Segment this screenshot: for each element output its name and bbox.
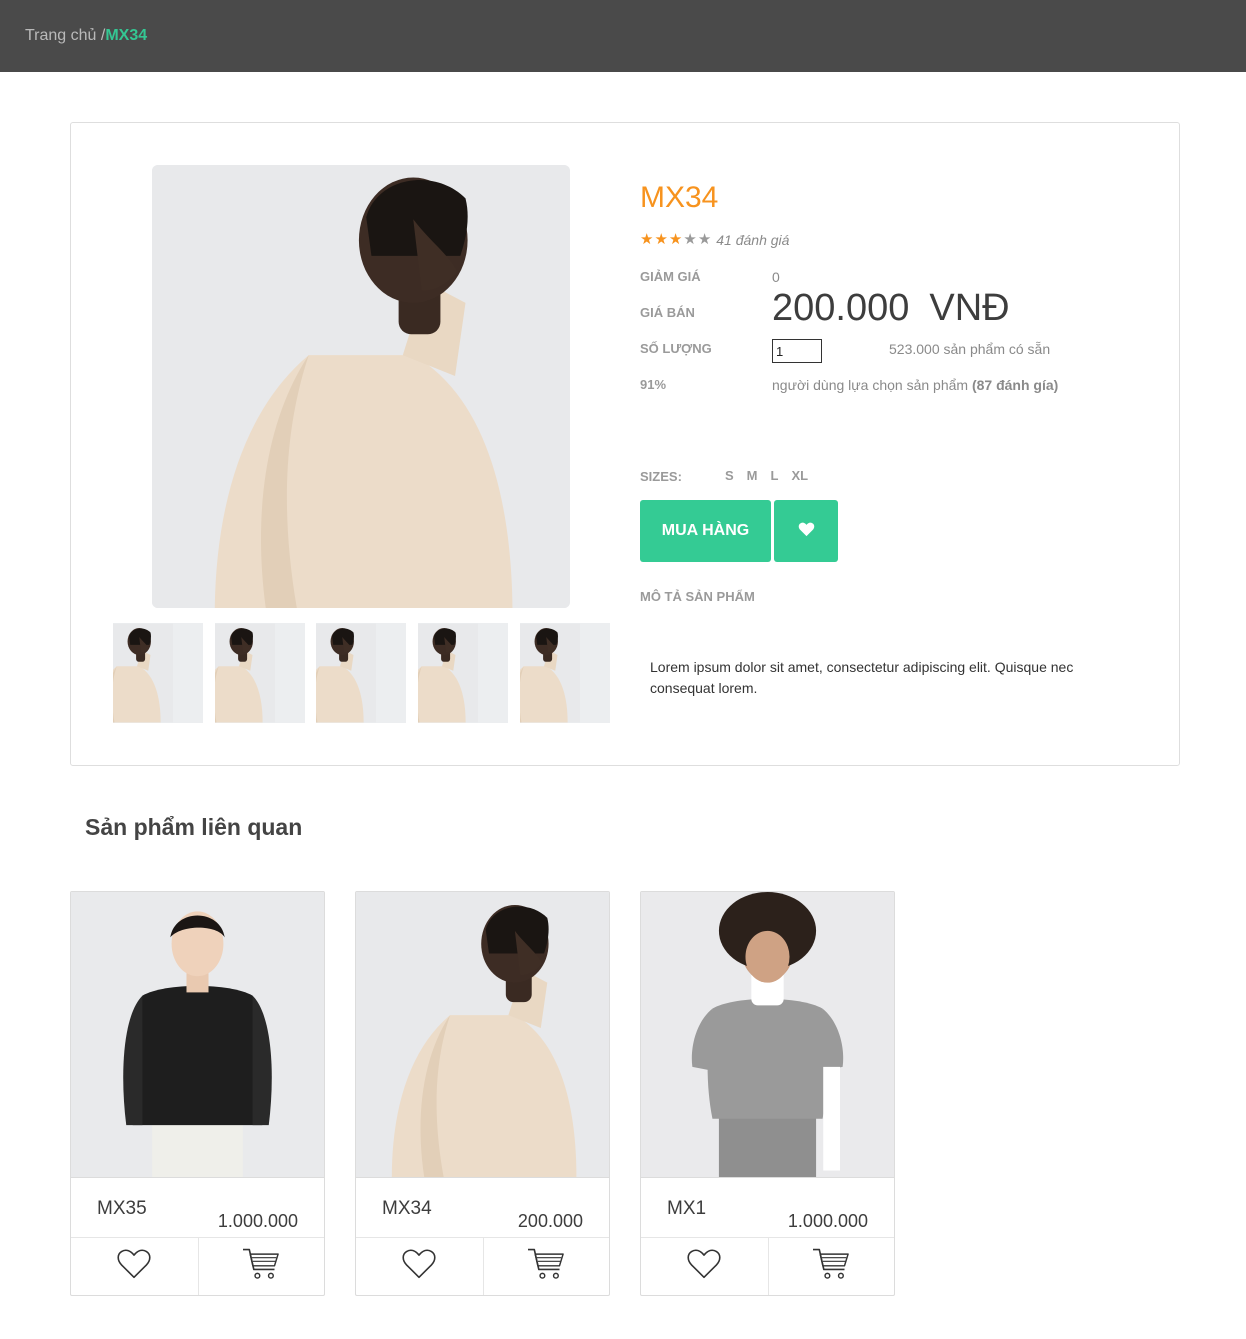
buy-button[interactable]: MUA HÀNG (640, 500, 771, 562)
related-product-price: 1.000.000 (217, 1211, 298, 1231)
size-m[interactable]: M (747, 468, 758, 483)
percent-label: 91% (640, 377, 667, 392)
discount-label: GIẢM GIÁ (640, 269, 701, 284)
choice-text-main: người dùng lựa chọn sản phẩm (772, 377, 969, 393)
related-product-actions (356, 1238, 609, 1295)
related-products-title: Sản phẩm liên quan (85, 814, 303, 840)
thumbnail-5[interactable] (520, 623, 610, 723)
related-product-card[interactable]: MX1 1.000.000 (640, 891, 895, 1296)
favorite-button[interactable] (774, 500, 838, 562)
related-product-price: 200.000 (517, 1211, 583, 1231)
size-xl[interactable]: XL (791, 468, 808, 483)
quantity-input[interactable] (772, 339, 822, 363)
sizes-label: SIZES: (640, 469, 682, 484)
related-product-info: MX34 200.000 (356, 1177, 609, 1238)
add-to-cart-button[interactable] (482, 1238, 610, 1295)
star-icon: ★ (683, 231, 697, 248)
star-icon: ★ (640, 231, 654, 248)
price-currency: VNĐ (929, 287, 1010, 329)
price-value: 200.000 (772, 287, 910, 329)
related-product-card[interactable]: MX34 200.000 (355, 891, 610, 1296)
stock-text: 523.000 sản phẩm có sẵn (889, 341, 1051, 357)
thumbnail-strip (113, 623, 613, 723)
related-product-actions (641, 1238, 894, 1295)
cart-icon (811, 1246, 851, 1287)
description-title: MÔ TẢ SẢN PHẨM (640, 589, 755, 604)
add-to-favorites-button[interactable] (356, 1238, 483, 1295)
main-product-image (152, 165, 570, 608)
related-product-info: MX1 1.000.000 (641, 1177, 894, 1238)
cart-icon (526, 1246, 566, 1287)
related-product-image[interactable] (356, 892, 609, 1177)
cart-icon (241, 1246, 281, 1287)
related-product-image[interactable] (71, 892, 324, 1177)
heart-icon (401, 1248, 437, 1285)
choice-text: người dùng lựa chọn sản phẩm (87 đánh gí… (772, 377, 1058, 393)
related-product-name[interactable]: MX1 (667, 1198, 706, 1220)
heart-icon (798, 522, 815, 540)
star-icon: ★ (668, 231, 683, 248)
choice-reviews: (87 đánh gía) (971, 377, 1059, 393)
rating-count: 41 đánh giá (716, 232, 790, 248)
product-detail-card: MX34 ★★★★★ 41 đánh giá GIẢM GIÁ 0 GIÁ BÁ… (70, 122, 1180, 766)
related-product-name[interactable]: MX34 (382, 1198, 432, 1220)
related-product-name[interactable]: MX35 (97, 1198, 147, 1220)
add-to-favorites-button[interactable] (71, 1238, 198, 1295)
related-product-info: MX35 1.000.000 (71, 1177, 324, 1238)
product-title: MX34 (640, 181, 719, 214)
size-s[interactable]: S (725, 468, 734, 483)
description-text: Lorem ipsum dolor sit amet, consectetur … (650, 659, 1074, 696)
breadcrumb-current: MX34 (105, 27, 148, 44)
price: 200.000 VNĐ (772, 287, 1010, 330)
add-to-cart-button[interactable] (767, 1238, 895, 1295)
related-product-card[interactable]: MX35 1.000.000 (70, 891, 325, 1296)
rating-stars: ★★★★★ (640, 231, 712, 249)
star-icon: ★ (654, 231, 668, 248)
breadcrumb-home-link[interactable]: Trang chủ / (25, 27, 105, 44)
thumbnail-2[interactable] (215, 623, 305, 723)
heart-icon (116, 1248, 152, 1285)
related-product-actions (71, 1238, 324, 1295)
thumbnail-1[interactable] (113, 623, 203, 723)
add-to-cart-button[interactable] (197, 1238, 325, 1295)
size-options: S M L XL (725, 468, 821, 483)
top-bar: Trang chủ /MX34 (0, 0, 1246, 72)
quantity-label: SỐ LƯỢNG (640, 341, 712, 356)
thumbnail-3[interactable] (316, 623, 406, 723)
add-to-favorites-button[interactable] (641, 1238, 768, 1295)
heart-icon (686, 1248, 722, 1285)
related-product-image[interactable] (641, 892, 894, 1177)
size-l[interactable]: L (771, 468, 779, 483)
discount-value: 0 (772, 269, 780, 285)
related-product-price: 1.000.000 (787, 1211, 868, 1231)
star-icon: ★ (697, 231, 712, 248)
price-label: GIÁ BÁN (640, 305, 695, 320)
breadcrumb: Trang chủ /MX34 (25, 27, 147, 45)
rating: ★★★★★ 41 đánh giá (640, 231, 789, 249)
thumbnail-4[interactable] (418, 623, 508, 723)
